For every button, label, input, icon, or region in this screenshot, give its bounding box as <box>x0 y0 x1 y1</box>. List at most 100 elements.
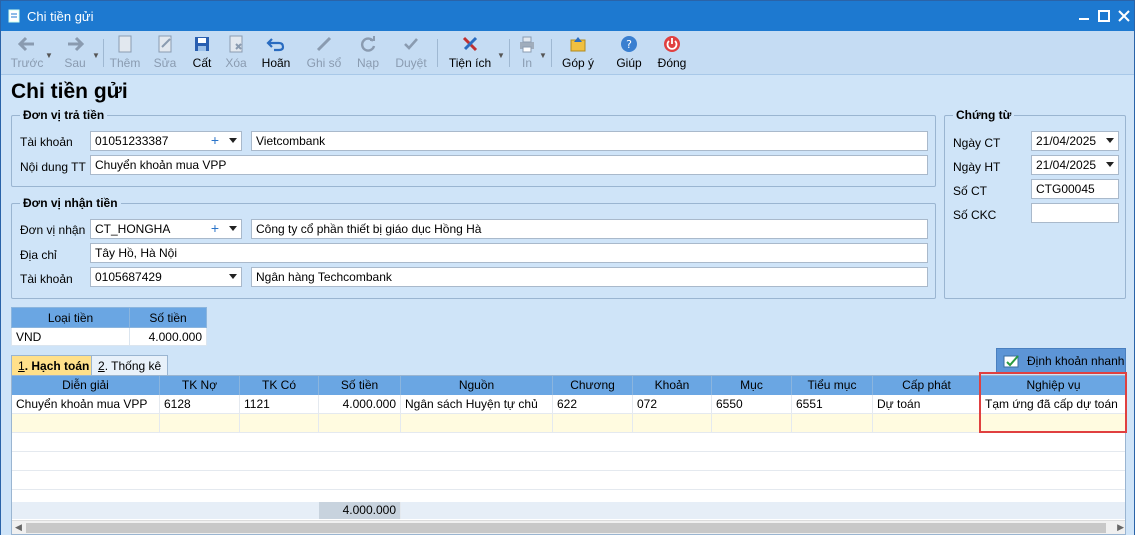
payer-account-select[interactable]: 01051233387 + <box>90 131 242 151</box>
chevron-down-icon[interactable]: ▼ <box>539 51 547 60</box>
add-icon[interactable]: + <box>211 221 219 235</box>
grid-cell[interactable] <box>553 414 633 433</box>
amount-cell[interactable]: 4.000.000 <box>129 327 207 346</box>
help-button[interactable]: ? Giúp <box>613 33 645 73</box>
payee-unit-name-field[interactable]: Công ty cổ phần thiết bị giáo dục Hồng H… <box>251 219 928 239</box>
col-subsection[interactable]: Tiểu mục <box>792 376 873 395</box>
grid-cell[interactable] <box>633 414 712 433</box>
toolbar: Trước ▼ Sau ▼ Thêm Sửa Cất Xóa Hoãn Ghi … <box>1 31 1134 75</box>
col-allocation[interactable]: Cấp phát <box>873 376 981 395</box>
table-row-new[interactable] <box>12 414 1125 433</box>
payer-content-field[interactable]: Chuyển khoản mua VPP <box>90 155 928 175</box>
scroll-thumb[interactable] <box>26 523 1106 533</box>
delete-button[interactable]: Xóa <box>221 33 251 73</box>
table-row-empty <box>12 452 1125 471</box>
cell-description[interactable]: Chuyển khoản mua VPP <box>12 395 160 414</box>
table-row[interactable]: Chuyển khoản mua VPP 6128 1121 4.000.000… <box>12 395 1125 414</box>
col-source[interactable]: Nguồn <box>401 376 553 395</box>
chevron-down-icon[interactable]: ▼ <box>497 51 505 60</box>
grid-cell[interactable] <box>401 414 553 433</box>
grid-cell[interactable] <box>873 414 981 433</box>
cell-debit[interactable]: 6128 <box>160 395 240 414</box>
col-credit[interactable]: TK Có <box>240 376 319 395</box>
scroll-right-icon[interactable]: ▶ <box>1117 522 1124 533</box>
cell-section[interactable]: 6550 <box>712 395 792 414</box>
payee-address-field[interactable]: Tây Hồ, Hà Nội <box>90 243 928 263</box>
power-icon <box>664 36 680 52</box>
voucher-date-picker[interactable]: 21/04/2025 <box>1031 131 1119 151</box>
floppy-disk-icon <box>195 37 209 51</box>
payer-bank-field[interactable]: Vietcombank <box>251 131 928 151</box>
col-amount[interactable]: Số tiền <box>319 376 401 395</box>
col-chapter[interactable]: Chương <box>553 376 633 395</box>
cell-allocation[interactable]: Dự toán <box>873 395 981 414</box>
voucher-post-date-picker[interactable]: 21/04/2025 <box>1031 155 1119 175</box>
svg-text:?: ? <box>626 38 632 51</box>
approve-label: Duyệt <box>395 56 427 70</box>
col-debit[interactable]: TK Nợ <box>160 376 240 395</box>
close-icon[interactable] <box>1115 7 1133 25</box>
scroll-left-icon[interactable]: ◀ <box>15 522 22 533</box>
add-icon[interactable]: + <box>211 133 219 147</box>
prev-button[interactable]: Trước <box>7 33 47 73</box>
col-item[interactable]: Khoản <box>633 376 712 395</box>
minimize-icon[interactable] <box>1075 7 1093 25</box>
grid-cell[interactable] <box>712 414 792 433</box>
add-button[interactable]: Thêm <box>107 33 143 73</box>
payee-unit-select[interactable]: CT_HONGHA + <box>90 219 242 239</box>
voucher-ckc-field[interactable] <box>1031 203 1119 223</box>
post-button[interactable]: Ghi sổ <box>301 33 347 73</box>
horizontal-scrollbar[interactable]: ◀ ▶ <box>12 520 1125 534</box>
accounting-grid: Diễn giải TK Nợ TK Có Số tiền Nguồn Chươ… <box>11 375 1126 535</box>
voucher-number-field[interactable]: CTG00045 <box>1031 179 1119 199</box>
cell-source[interactable]: Ngân sách Huyện tự chủ <box>401 395 553 414</box>
chevron-down-icon[interactable]: ▼ <box>92 51 100 60</box>
payee-account-select[interactable]: 0105687429 <box>90 267 242 287</box>
cell-item[interactable]: 072 <box>633 395 712 414</box>
col-section[interactable]: Mục <box>712 376 792 395</box>
grid-cell[interactable] <box>12 414 160 433</box>
voucher-group-title: Chứng từ <box>953 108 1015 122</box>
chevron-down-icon[interactable]: ▼ <box>45 51 53 60</box>
close-button[interactable]: Đóng <box>653 33 691 73</box>
payee-bank-field[interactable]: Ngân hàng Techcombank <box>251 267 928 287</box>
print-button[interactable]: In <box>515 33 539 73</box>
load-button[interactable]: Nạp <box>351 33 385 73</box>
toolbar-separator <box>551 39 552 67</box>
cell-subsection[interactable]: 6551 <box>792 395 873 414</box>
voucher-date-value: 21/04/2025 <box>1036 134 1097 148</box>
undo-button[interactable]: Hoãn <box>257 33 295 73</box>
payee-address-label: Địa chỉ <box>20 248 57 262</box>
chevron-down-icon[interactable] <box>1106 138 1114 143</box>
chevron-down-icon[interactable] <box>229 138 237 143</box>
save-button[interactable]: Cất <box>185 33 219 73</box>
arrow-right-icon <box>68 36 85 52</box>
maximize-icon[interactable] <box>1095 7 1113 25</box>
grid-cell[interactable] <box>160 414 240 433</box>
feedback-button[interactable]: Góp ý <box>559 33 597 73</box>
feedback-label: Góp ý <box>561 56 594 70</box>
currency-cell[interactable]: VND <box>11 327 130 346</box>
payer-account-value: 01051233387 <box>95 134 169 148</box>
grid-cell[interactable] <box>319 414 401 433</box>
col-description[interactable]: Diễn giải <box>12 376 160 395</box>
cell-chapter[interactable]: 622 <box>553 395 633 414</box>
currency-table: Loại tiền Số tiền VND 4.000.000 <box>11 307 207 346</box>
chevron-down-icon[interactable] <box>229 274 237 279</box>
approve-button[interactable]: Duyệt <box>391 33 431 73</box>
quick-entry-button[interactable]: Định khoản nhanh <box>996 348 1126 373</box>
edit-button[interactable]: Sửa <box>147 33 183 73</box>
tab-statistics-num: 2 <box>98 359 105 373</box>
cell-amount[interactable]: 4.000.000 <box>319 395 401 414</box>
next-button[interactable]: Sau <box>57 33 93 73</box>
utilities-button[interactable]: Tiện ích <box>445 33 495 73</box>
grid-cell[interactable] <box>240 414 319 433</box>
tab-accounting[interactable]: 1. Hạch toán <box>11 355 97 375</box>
chevron-down-icon[interactable] <box>229 226 237 231</box>
chevron-down-icon[interactable] <box>1106 162 1114 167</box>
cell-credit[interactable]: 1121 <box>240 395 319 414</box>
voucher-ckc-label: Số CKC <box>953 208 997 222</box>
delete-label: Xóa <box>225 56 247 70</box>
grid-cell[interactable] <box>792 414 873 433</box>
tab-statistics[interactable]: 2. Thống kê <box>91 355 169 375</box>
